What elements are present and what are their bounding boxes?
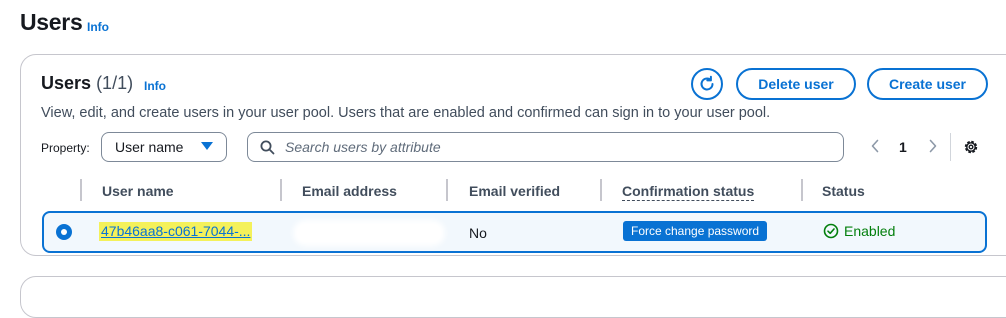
row-select-radio[interactable]	[56, 224, 72, 240]
page-title: Users	[20, 9, 83, 35]
gear-icon[interactable]	[962, 138, 980, 156]
search-input[interactable]: Search users by attribute	[247, 132, 844, 162]
confirmation-status-badge: Force change password	[623, 221, 768, 241]
column-header-status[interactable]: Status	[822, 183, 865, 199]
column-divider	[80, 179, 82, 201]
panel-description: View, edit, and create users in your use…	[41, 105, 771, 121]
refresh-button[interactable]	[691, 68, 723, 100]
caret-down-icon	[201, 142, 213, 150]
column-header-email-verified[interactable]: Email verified	[469, 183, 560, 199]
table-row[interactable]: 47b46aa8-c061-7044-... No Force change p…	[42, 211, 987, 253]
username-link[interactable]: 47b46aa8-c061-7044-...	[99, 222, 253, 241]
current-page[interactable]: 1	[899, 139, 907, 155]
pager-divider	[950, 133, 951, 161]
column-divider	[446, 179, 448, 201]
user-count: (1/1)	[96, 73, 134, 93]
create-user-button[interactable]: Create user	[867, 68, 988, 100]
search-icon	[260, 140, 275, 154]
column-header-username[interactable]: User name	[102, 183, 174, 199]
property-select-value: User name	[115, 139, 184, 155]
search-placeholder: Search users by attribute	[285, 139, 441, 155]
email-verified-cell: No	[469, 225, 487, 241]
column-divider	[280, 179, 282, 201]
users-table-container: Users (1/1) Info View, edit, and create …	[20, 54, 1006, 256]
delete-user-button[interactable]: Delete user	[736, 68, 856, 100]
panel-info-link[interactable]: Info	[144, 79, 166, 93]
refresh-icon	[700, 75, 714, 91]
panel-title: Users (1/1)	[41, 73, 133, 94]
chevron-right-icon[interactable]	[927, 138, 939, 154]
column-divider	[801, 179, 803, 201]
column-header-email[interactable]: Email address	[302, 183, 397, 199]
property-select[interactable]: User name	[101, 132, 227, 162]
column-divider	[600, 179, 602, 201]
check-circle-icon	[823, 223, 839, 239]
status-cell: Enabled	[823, 223, 895, 239]
property-label: Property:	[41, 141, 90, 155]
email-cell	[297, 224, 441, 242]
column-header-confirmation-status[interactable]: Confirmation status	[622, 183, 755, 201]
next-container	[20, 276, 1006, 318]
chevron-left-icon[interactable]	[869, 138, 881, 154]
page-info-link[interactable]: Info	[87, 20, 109, 34]
status-text: Enabled	[844, 223, 896, 239]
panel-title-text: Users	[41, 73, 92, 93]
